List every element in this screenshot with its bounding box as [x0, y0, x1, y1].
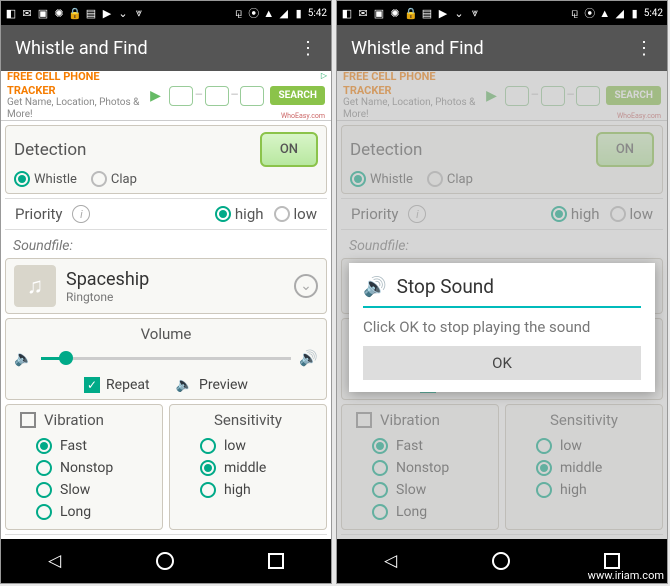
priority-low-radio[interactable]: low: [274, 205, 317, 223]
whistle-radio[interactable]: Whistle: [14, 171, 77, 187]
overflow-menu-icon[interactable]: ⋮: [635, 38, 653, 59]
vibration-fast-radio[interactable]: Fast: [14, 435, 154, 457]
chevron-down-icon[interactable]: ⌄: [294, 274, 318, 298]
sensitivity-middle-radio[interactable]: middle: [178, 457, 318, 479]
ad-title: FREE CELL PHONE TRACKER: [7, 70, 142, 96]
notif-icon: ▣: [373, 7, 385, 19]
location-icon: ⦿: [584, 7, 596, 19]
notif-icon: ◧: [5, 7, 17, 19]
notif-icon: ✺: [53, 7, 65, 19]
nav-back-icon[interactable]: ◁: [384, 551, 397, 571]
notif-icon: ◧: [341, 7, 353, 19]
sound-type: Ringtone: [66, 290, 284, 304]
notif-icon: ▶: [437, 7, 449, 19]
notif-icon: ▤: [421, 7, 433, 19]
nav-recent-icon[interactable]: [268, 553, 284, 569]
music-note-icon: ♫: [14, 265, 56, 307]
wifi-icon: ▲: [263, 7, 275, 19]
dialog-ok-button[interactable]: OK: [363, 346, 641, 380]
app-title: Whistle and Find: [351, 38, 635, 59]
preview-button[interactable]: 🔈Preview: [176, 377, 248, 393]
priority-label: Priority: [15, 205, 62, 223]
sensitivity-high-radio[interactable]: high: [178, 479, 318, 501]
ad-field: [205, 86, 229, 106]
notif-icon: ✉: [21, 7, 33, 19]
vibration-checkbox[interactable]: [20, 412, 36, 428]
soundfile-label: Soundfile:: [5, 234, 327, 258]
bluetooth-icon: ⚼: [569, 7, 581, 19]
speaker-icon: 🔊: [363, 275, 387, 298]
overflow-menu-icon[interactable]: ⋮: [299, 38, 317, 59]
nav-home-icon[interactable]: [492, 552, 510, 570]
sensitivity-card: Sensitivity low middle high: [169, 404, 327, 530]
volume-label: Volume: [14, 325, 318, 343]
notif-icon: ▶: [101, 7, 113, 19]
nav-back-icon[interactable]: ◁: [48, 551, 61, 571]
statusbar: ◧ ✉ ▣ ✺ 🔒 ▤ ▶ ⌄ ⩔ ⚼ ⦿ ▲ ◢ ▮ 5:42: [337, 1, 667, 25]
notif-icon: 🔒: [69, 7, 81, 19]
notif-icon: ⌄: [453, 7, 465, 19]
repeat-checkbox[interactable]: ✓Repeat: [84, 377, 150, 393]
dialog-title: Stop Sound: [397, 275, 494, 298]
notif-icon: ⩔: [469, 7, 481, 19]
speaker-icon: 🔈: [176, 377, 193, 393]
detection-card: Detection ON Whistle Clap: [5, 125, 327, 194]
info-icon[interactable]: i: [72, 205, 90, 223]
priority-row: Priority i high low: [5, 198, 327, 230]
notif-icon: ✉: [357, 7, 369, 19]
vibration-slow-radio[interactable]: Slow: [14, 479, 154, 501]
battery-icon: ▮: [293, 7, 305, 19]
detection-toggle[interactable]: ON: [260, 132, 318, 167]
priority-high-radio[interactable]: high: [215, 205, 264, 223]
notif-icon: ▤: [85, 7, 97, 19]
signal-icon: ◢: [614, 7, 626, 19]
volume-high-icon: 🔊: [299, 349, 318, 367]
adchoices-icon[interactable]: ▷: [321, 71, 327, 80]
clap-radio[interactable]: Clap: [91, 171, 137, 187]
ad-subtitle: Get Name, Location, Photos & More!: [7, 97, 142, 121]
notif-icon: ✺: [389, 7, 401, 19]
sensitivity-title: Sensitivity: [178, 411, 318, 429]
navbar: ◁: [1, 539, 331, 583]
stop-sound-dialog: 🔊 Stop Sound Click OK to stop playing the…: [349, 263, 655, 392]
clock: 5:42: [644, 8, 663, 19]
nav-home-icon[interactable]: [156, 552, 174, 570]
volume-low-icon: 🔈: [14, 349, 33, 367]
app-title: Whistle and Find: [15, 38, 299, 59]
bluetooth-icon: ⚼: [233, 7, 245, 19]
clock: 5:42: [308, 8, 327, 19]
notif-icon: ⩔: [133, 7, 145, 19]
soundfile-card[interactable]: ♫ Spaceship Ringtone ⌄: [5, 258, 327, 314]
notif-icon: 🔒: [405, 7, 417, 19]
vibration-long-radio[interactable]: Long: [14, 501, 154, 523]
vibration-nonstop-radio[interactable]: Nonstop: [14, 457, 154, 479]
battery-icon: ▮: [629, 7, 641, 19]
ad-brand: WhoEasy.com: [281, 112, 325, 120]
location-icon: ⦿: [248, 7, 260, 19]
ad-banner[interactable]: FREE CELL PHONE TRACKER Get Name, Locati…: [1, 71, 331, 121]
vibration-card: Vibration Fast Nonstop Slow Long: [5, 404, 163, 530]
statusbar: ◧ ✉ ▣ ✺ 🔒 ▤ ▶ ⌄ ⩔ ⚼ ⦿ ▲ ◢ ▮ 5:42: [1, 1, 331, 25]
dialog-message: Click OK to stop playing the sound: [363, 308, 641, 346]
actionbar: Whistle and Find ⋮: [337, 25, 667, 71]
sound-name: Spaceship: [66, 269, 284, 290]
notif-icon: ▣: [37, 7, 49, 19]
sensitivity-low-radio[interactable]: low: [178, 435, 318, 457]
phone-left: ◧ ✉ ▣ ✺ 🔒 ▤ ▶ ⌄ ⩔ ⚼ ⦿ ▲ ◢ ▮ 5:42 Whistle…: [0, 0, 332, 584]
phone-right: ◧ ✉ ▣ ✺ 🔒 ▤ ▶ ⌄ ⩔ ⚼ ⦿ ▲ ◢ ▮ 5:42 Whistle…: [336, 0, 668, 584]
watermark: www.iriam.com: [588, 569, 664, 582]
actionbar: Whistle and Find ⋮: [1, 25, 331, 71]
signal-icon: ◢: [278, 7, 290, 19]
detection-title: Detection: [14, 140, 86, 160]
ad-search-button[interactable]: SEARCH: [270, 86, 325, 105]
main-content: Detection ON Whistle Clap Priority i hig…: [1, 121, 331, 539]
ad-arrow-icon: ▶: [150, 88, 161, 104]
notif-icon: ⌄: [117, 7, 129, 19]
ad-field: [169, 86, 193, 106]
volume-card: Volume 🔈 🔊 ✓Repeat 🔈Preview: [5, 318, 327, 400]
wifi-icon: ▲: [599, 7, 611, 19]
volume-slider[interactable]: [41, 357, 292, 360]
ad-field: [240, 86, 264, 106]
nav-recent-icon[interactable]: [604, 553, 620, 569]
